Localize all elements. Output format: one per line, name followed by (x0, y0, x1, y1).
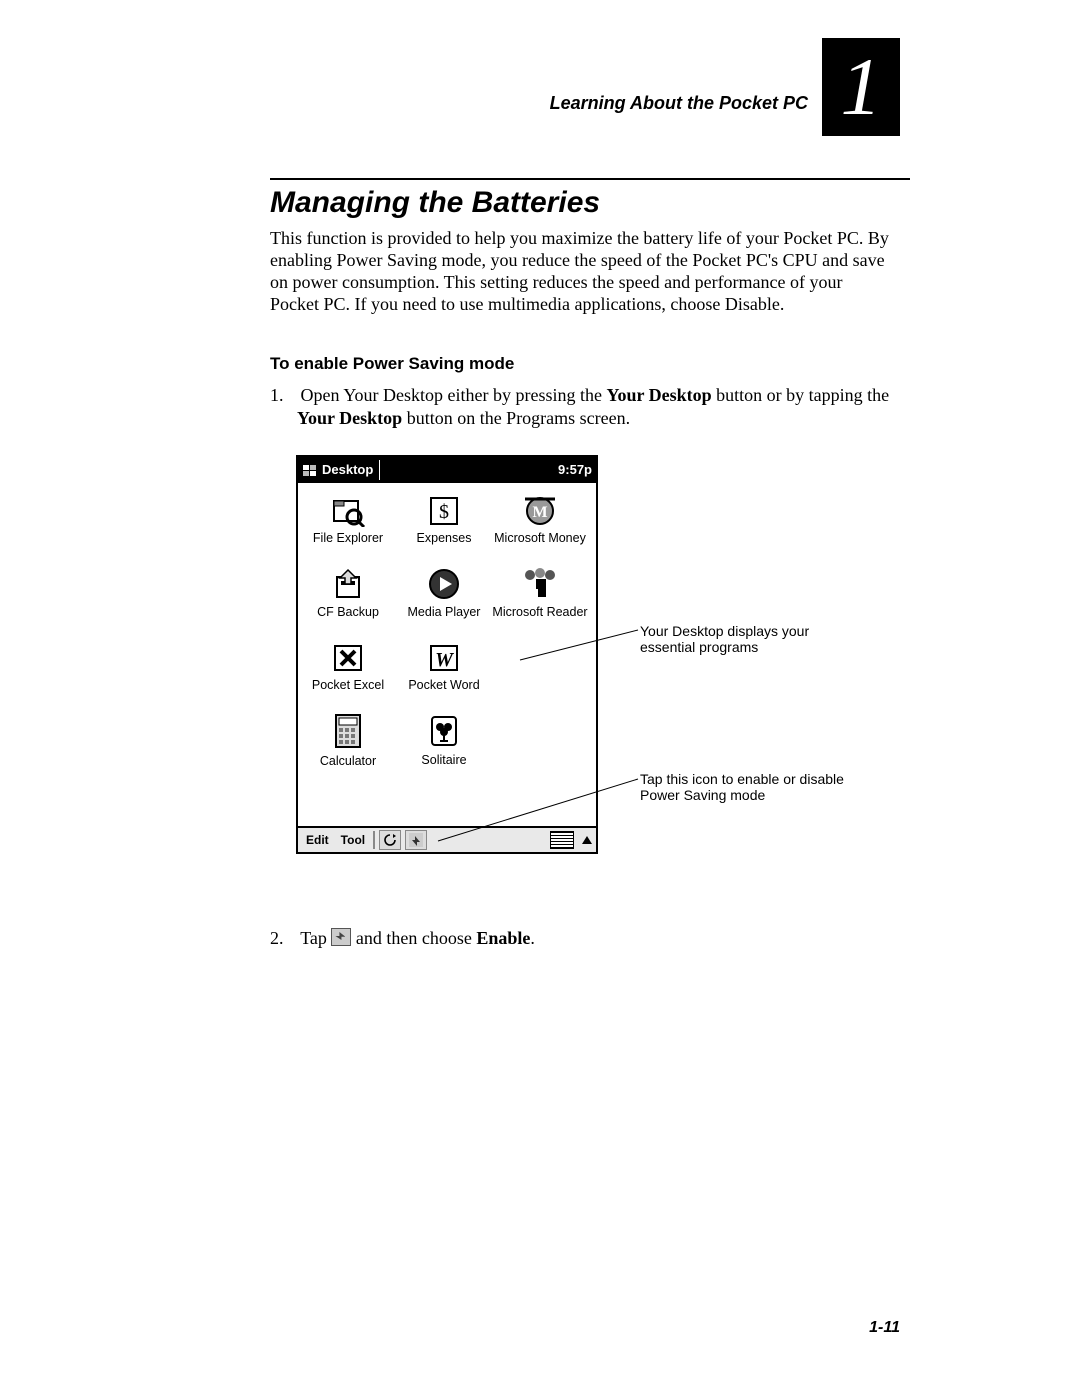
cf-backup-icon (328, 566, 368, 602)
windows-flag-icon (302, 462, 318, 478)
section-title: Managing the Batteries (270, 186, 600, 220)
titlebar-title: Desktop (322, 457, 373, 483)
page-number: 1-11 (869, 1319, 900, 1337)
grid-item-calculator[interactable]: Calculator (300, 709, 396, 784)
desktop-grid: File Explorer $ Expenses (298, 483, 596, 825)
grid-item-cf-backup[interactable]: CF Backup (300, 562, 396, 636)
file-explorer-icon (328, 493, 368, 529)
grid-item-solitaire[interactable]: Solitaire (396, 709, 492, 784)
titlebar-time: 9:57p (558, 457, 592, 483)
intro-paragraph: This function is provided to help you ma… (270, 228, 890, 316)
power-saving-inline-icon (331, 928, 351, 946)
microsoft-reader-icon (520, 566, 560, 602)
grid-label: Pocket Word (396, 679, 492, 707)
svg-text:M: M (532, 504, 547, 521)
step-1-number: 1. (270, 384, 296, 407)
grid-item-pocket-word[interactable]: W Pocket Word (396, 636, 492, 709)
titlebar-separator (379, 460, 380, 480)
solitaire-icon (424, 713, 464, 749)
grid-item-empty (492, 636, 588, 709)
grid-label: Calculator (300, 755, 396, 783)
chapter-number-box: 1 (822, 38, 900, 136)
grid-item-expenses[interactable]: $ Expenses (396, 489, 492, 562)
step-1: 1. Open Your Desktop either by pressing … (270, 384, 890, 429)
grid-label: Microsoft Money (492, 532, 588, 560)
running-head: Learning About the Pocket PC (550, 94, 808, 114)
expenses-icon: $ (424, 493, 464, 529)
callout-1: Your Desktop displays your essential pro… (640, 623, 840, 655)
pocket-word-icon: W (424, 640, 464, 676)
callouts: Your Desktop displays your essential pro… (600, 455, 910, 857)
grid-label: CF Backup (300, 606, 396, 634)
svg-text:W: W (435, 649, 454, 671)
start-button[interactable]: Desktop (302, 457, 373, 483)
grid-item-media-player[interactable]: Media Player (396, 562, 492, 636)
grid-item-pocket-excel[interactable]: Pocket Excel (300, 636, 396, 709)
pocketpc-screenshot: Desktop 9:57p File Explorer (296, 455, 598, 854)
grid-label: Expenses (396, 532, 492, 560)
step-2-number: 2. (270, 928, 296, 949)
grid-item-file-explorer[interactable]: File Explorer (300, 489, 396, 562)
step-2: 2. Tap and then choose Enable. (270, 928, 890, 949)
callout-2: Tap this icon to enable or disable Power… (640, 771, 850, 803)
grid-label: Media Player (396, 606, 492, 634)
microsoft-money-icon: M (520, 493, 560, 529)
grid-label: File Explorer (300, 532, 396, 560)
sip-keyboard-icon[interactable] (550, 831, 574, 849)
grid-item-empty (492, 709, 588, 784)
pocket-excel-icon (328, 640, 368, 676)
calculator-icon (328, 713, 368, 749)
refresh-icon[interactable] (379, 830, 401, 850)
svg-text:$: $ (439, 501, 449, 523)
subheading: To enable Power Saving mode (270, 354, 514, 374)
menu-edit[interactable]: Edit (302, 833, 333, 847)
grid-label: Pocket Excel (300, 679, 396, 707)
toolbar-separator (373, 831, 375, 849)
titlebar: Desktop 9:57p (298, 457, 596, 483)
grid-item-microsoft-money[interactable]: M Microsoft Money (492, 489, 588, 562)
chapter-number: 1 (841, 41, 882, 132)
section-rule (270, 178, 910, 180)
sip-up-arrow-icon[interactable] (582, 836, 592, 844)
menu-tool[interactable]: Tool (337, 833, 369, 847)
command-bar: Edit Tool (298, 826, 596, 852)
grid-item-microsoft-reader[interactable]: Microsoft Reader (492, 562, 588, 636)
grid-label: Microsoft Reader (492, 606, 588, 634)
media-player-icon (424, 566, 464, 602)
power-saving-icon[interactable] (405, 830, 427, 850)
grid-label: Solitaire (396, 754, 492, 782)
